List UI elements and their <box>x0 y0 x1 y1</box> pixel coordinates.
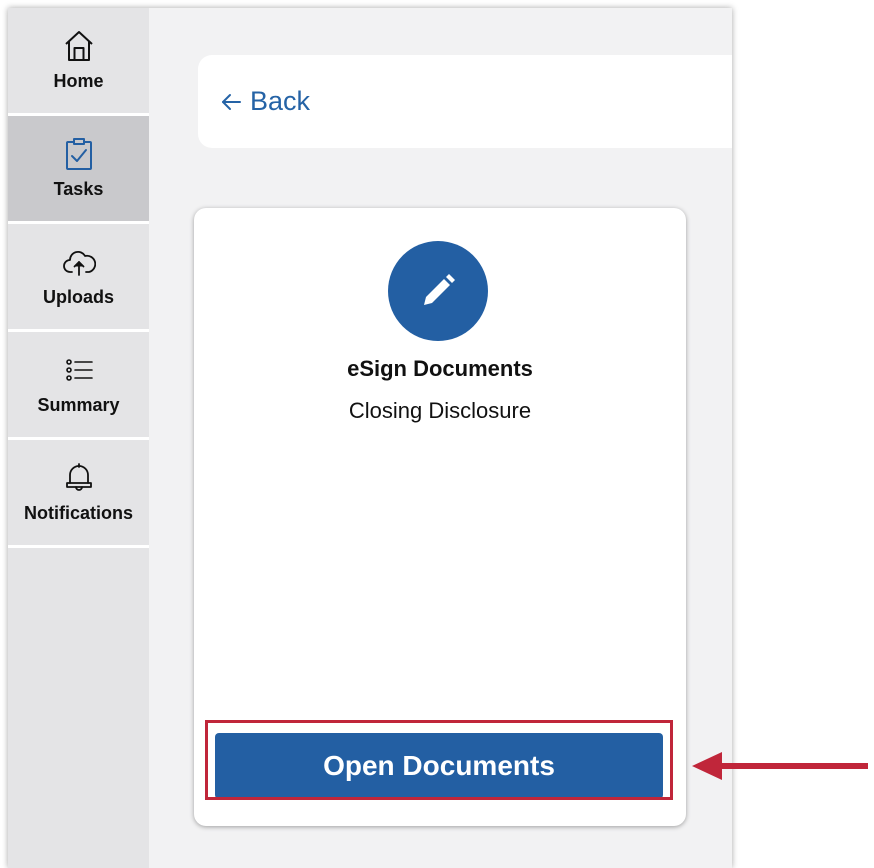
sidebar-item-label: Notifications <box>23 503 133 523</box>
bell-icon <box>65 463 92 491</box>
back-link[interactable]: Back <box>220 86 310 117</box>
sidebar: Home Tasks Uploads Summary Notifications <box>8 8 149 868</box>
sidebar-item-label: Home <box>53 71 104 91</box>
list-icon <box>65 359 93 381</box>
cloud-upload-icon <box>62 250 96 276</box>
sidebar-item-uploads[interactable]: Uploads <box>8 224 149 332</box>
arrow-left-annotation-icon <box>692 752 868 780</box>
home-icon <box>64 31 93 61</box>
header-bar: Back <box>198 55 732 148</box>
sidebar-item-label: Tasks <box>53 179 104 199</box>
card-subtitle: Closing Disclosure <box>348 398 532 423</box>
sidebar-item-home[interactable]: Home <box>8 8 149 116</box>
sidebar-item-notifications[interactable]: Notifications <box>8 440 149 548</box>
arrow-left-icon <box>222 93 241 110</box>
sidebar-item-label: Summary <box>37 395 120 415</box>
back-label: Back <box>250 86 311 116</box>
esign-badge <box>388 241 488 341</box>
button-highlight-frame <box>205 720 673 800</box>
pencil-icon <box>424 274 455 305</box>
sidebar-item-summary[interactable]: Summary <box>8 332 149 440</box>
sidebar-item-tasks[interactable]: Tasks <box>8 116 149 224</box>
card-title: eSign Documents <box>347 356 533 381</box>
sidebar-item-label: Uploads <box>42 287 114 307</box>
clipboard-check-icon <box>65 138 92 170</box>
